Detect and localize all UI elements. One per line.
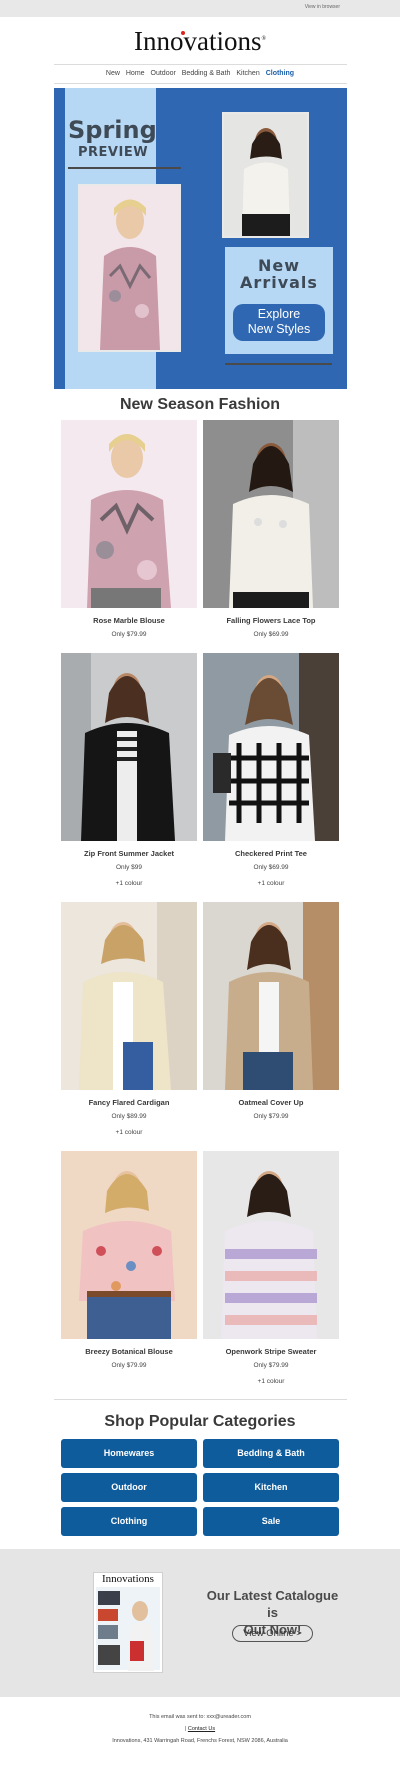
nav-item-bedding-bath[interactable]: Bedding & Bath: [182, 70, 231, 77]
view-online-button[interactable]: View Online >: [232, 1625, 313, 1642]
hero-rule: [225, 363, 332, 365]
footer-sent-to: This email was sent to: xxx@ureader.com: [149, 1714, 251, 1720]
categories-title: Shop Popular Categories: [104, 1413, 296, 1430]
product-colour-count[interactable]: +1 colour: [203, 880, 339, 887]
product-price: Only $69.99: [253, 864, 289, 871]
nav-item-kitchen[interactable]: Kitchen: [236, 70, 259, 77]
product-name[interactable]: Rose Marble Blouse: [61, 616, 197, 625]
product-image-fancy-flared-cardigan[interactable]: [61, 902, 197, 1090]
product-price: Only $99: [115, 864, 143, 871]
logo-text: Innovations: [133, 26, 262, 56]
product-name[interactable]: Fancy Flared Cardigan: [61, 1098, 197, 1107]
footer-address: Innovations, 431 Warringah Road, Frenchs…: [112, 1738, 288, 1744]
contact-us-link[interactable]: Contact Us: [188, 1726, 215, 1732]
product-image-openwork-stripe-sweater[interactable]: [203, 1151, 339, 1339]
product-name[interactable]: Openwork Stripe Sweater: [203, 1347, 339, 1356]
product-colour-count[interactable]: +1 colour: [61, 1129, 197, 1136]
category-button-clothing[interactable]: Clothing: [61, 1507, 197, 1536]
product-price: Only $79.99: [111, 1362, 147, 1369]
footer-links: | Contact Us: [0, 1726, 400, 1732]
product-name[interactable]: Checkered Print Tee: [203, 849, 339, 858]
product-colour-count[interactable]: +1 colour: [61, 880, 197, 887]
nav-item-new[interactable]: New: [106, 70, 120, 77]
divider: [54, 83, 347, 84]
product-image-checkered-print-tee[interactable]: [203, 653, 339, 841]
category-button-bedding-bath[interactable]: Bedding & Bath: [203, 1439, 339, 1468]
catalogue-cover-image[interactable]: [93, 1572, 163, 1673]
hero-subheadline: PREVIEW: [78, 145, 149, 160]
view-in-browser-link[interactable]: View in browser: [305, 4, 340, 10]
logo-dot-icon: [181, 31, 185, 35]
nav-item-home[interactable]: Home: [126, 70, 145, 77]
footer-separator: |: [184, 1726, 187, 1732]
new-arrivals-heading: New Arrivals: [240, 256, 318, 292]
hero-rule: [68, 167, 181, 169]
main-nav: New Home Outdoor Bedding & Bath Kitchen …: [0, 70, 400, 77]
hero-photo-white-top: [222, 112, 309, 238]
brand-logo[interactable]: Innovations®: [0, 26, 400, 57]
product-image-zip-front-summer-jacket[interactable]: [61, 653, 197, 841]
product-colour-count[interactable]: +1 colour: [203, 1378, 339, 1385]
product-name[interactable]: Oatmeal Cover Up: [203, 1098, 339, 1107]
product-image-oatmeal-cover-up[interactable]: [203, 902, 339, 1090]
product-price: Only $79.99: [253, 1113, 289, 1120]
product-price: Only $79.99: [253, 1362, 289, 1369]
nav-item-clothing[interactable]: Clothing: [266, 70, 294, 77]
product-price: Only $89.99: [111, 1113, 147, 1120]
logo-trademark: ®: [261, 36, 267, 42]
category-button-homewares[interactable]: Homewares: [61, 1439, 197, 1468]
divider: [54, 1399, 347, 1400]
product-name[interactable]: Breezy Botanical Blouse: [61, 1347, 197, 1356]
product-image-rose-marble-blouse[interactable]: [61, 420, 197, 608]
explore-new-styles-button[interactable]: Explore New Styles: [233, 304, 325, 341]
category-button-sale[interactable]: Sale: [203, 1507, 339, 1536]
divider: [54, 64, 347, 65]
catalogue-cover-title: Innovations: [102, 1573, 154, 1585]
hero-headline: Spring: [68, 116, 157, 144]
hero-photo-pink-blouse: [78, 184, 181, 352]
top-bar: [0, 0, 400, 17]
product-name[interactable]: Zip Front Summer Jacket: [61, 849, 197, 858]
product-image-breezy-botanical-blouse[interactable]: [61, 1151, 197, 1339]
category-button-kitchen[interactable]: Kitchen: [203, 1473, 339, 1502]
product-price: Only $79.99: [111, 631, 147, 638]
product-price: Only $69.99: [253, 631, 289, 638]
nav-item-outdoor[interactable]: Outdoor: [151, 70, 176, 77]
catalogue-section: [0, 1549, 400, 1697]
product-name[interactable]: Falling Flowers Lace Top: [203, 616, 339, 625]
new-season-title: New Season Fashion: [119, 396, 281, 413]
category-button-outdoor[interactable]: Outdoor: [61, 1473, 197, 1502]
product-image-falling-flowers-lace-top[interactable]: [203, 420, 339, 608]
